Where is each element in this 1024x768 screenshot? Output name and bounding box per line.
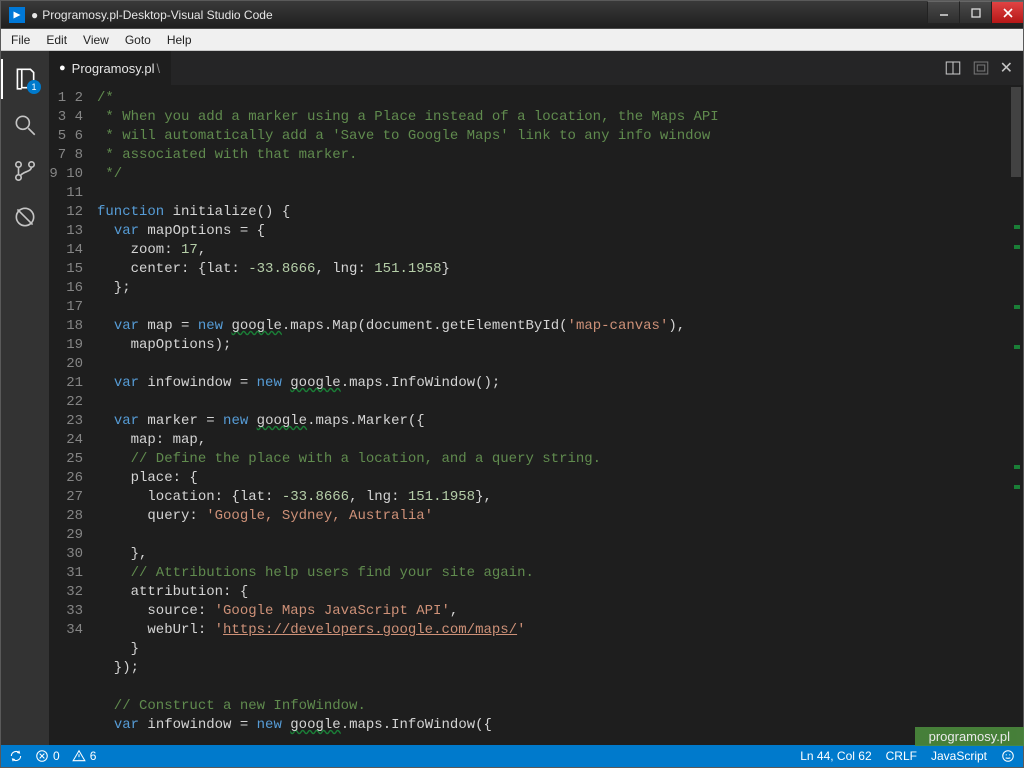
status-ln-col[interactable]: Ln 44, Col 62 bbox=[800, 749, 871, 763]
overview-marker-6 bbox=[1014, 485, 1020, 489]
search-icon bbox=[12, 112, 38, 138]
activity-explorer[interactable]: 1 bbox=[1, 59, 49, 99]
maximize-button[interactable] bbox=[959, 1, 991, 23]
overview-marker-2 bbox=[1014, 245, 1020, 249]
close-editor-icon[interactable]: ✕ bbox=[1000, 58, 1013, 78]
explorer-badge: 1 bbox=[27, 80, 41, 94]
status-feedback[interactable] bbox=[1001, 749, 1015, 763]
activity-debug[interactable] bbox=[1, 197, 49, 237]
bug-icon bbox=[12, 204, 38, 230]
menu-edit[interactable]: Edit bbox=[38, 31, 75, 49]
scroll-thumb[interactable] bbox=[1011, 87, 1021, 177]
menu-bar: File Edit View Goto Help bbox=[1, 29, 1023, 51]
window-controls bbox=[927, 1, 1023, 23]
menu-help[interactable]: Help bbox=[159, 31, 200, 49]
tab-label: Programosy.pl bbox=[72, 61, 155, 76]
overview-marker-4 bbox=[1014, 345, 1020, 349]
tab-programosy[interactable]: ● Programosy.pl \ bbox=[49, 51, 171, 85]
git-branch-icon bbox=[12, 158, 38, 184]
tab-dirty-dot: ● bbox=[59, 62, 66, 74]
warning-icon bbox=[72, 749, 86, 763]
minimize-button[interactable] bbox=[927, 1, 959, 23]
title-bar[interactable]: ● Programosy.pl - Desktop - Visual Studi… bbox=[1, 1, 1023, 29]
line-number-gutter: 1 2 3 4 5 6 7 8 9 10 11 12 13 14 15 16 1… bbox=[49, 85, 89, 745]
code-content[interactable]: /* * When you add a marker using a Place… bbox=[89, 85, 1009, 745]
overview-marker-3 bbox=[1014, 305, 1020, 309]
error-count: 0 bbox=[53, 749, 60, 763]
warning-count: 6 bbox=[90, 749, 97, 763]
status-bar: 0 6 Ln 44, Col 62 CRLF JavaScript bbox=[1, 745, 1023, 767]
app-window: ● Programosy.pl - Desktop - Visual Studi… bbox=[0, 0, 1024, 768]
status-sync[interactable] bbox=[9, 749, 23, 763]
error-icon bbox=[35, 749, 49, 763]
activity-bar: 1 bbox=[1, 51, 49, 745]
menu-view[interactable]: View bbox=[75, 31, 117, 49]
smiley-icon bbox=[1001, 749, 1015, 763]
overview-marker-5 bbox=[1014, 465, 1020, 469]
split-editor-icon[interactable] bbox=[944, 59, 962, 77]
vertical-scrollbar[interactable] bbox=[1009, 85, 1023, 745]
titlebar-tab-name: Programosy.pl bbox=[42, 8, 118, 22]
vscode-app-icon bbox=[9, 7, 25, 23]
sync-icon bbox=[9, 749, 23, 763]
editor-actions: ✕ bbox=[934, 51, 1023, 85]
titlebar-dirty-dot: ● bbox=[31, 8, 38, 22]
status-warnings[interactable]: 6 bbox=[72, 749, 97, 763]
editor-tabs: ● Programosy.pl \ ✕ bbox=[49, 51, 1023, 85]
menu-goto[interactable]: Goto bbox=[117, 31, 159, 49]
titlebar-folder: Desktop bbox=[123, 8, 167, 22]
tab-trail: \ bbox=[157, 61, 161, 76]
watermark-label: programosy.pl bbox=[915, 727, 1024, 746]
status-errors[interactable]: 0 bbox=[35, 749, 60, 763]
editor-group: ● Programosy.pl \ ✕ 1 2 3 4 5 6 7 8 9 10… bbox=[49, 51, 1023, 745]
activity-git[interactable] bbox=[1, 151, 49, 191]
close-button[interactable] bbox=[991, 1, 1023, 23]
workbench-body: 1 ● Programosy.pl \ bbox=[1, 51, 1023, 745]
status-eol[interactable]: CRLF bbox=[886, 749, 917, 763]
activity-search[interactable] bbox=[1, 105, 49, 145]
menu-file[interactable]: File bbox=[3, 31, 38, 49]
more-actions-icon[interactable] bbox=[972, 59, 990, 77]
status-language[interactable]: JavaScript bbox=[931, 749, 987, 763]
titlebar-app: Visual Studio Code bbox=[171, 8, 273, 22]
overview-marker-1 bbox=[1014, 225, 1020, 229]
text-editor[interactable]: 1 2 3 4 5 6 7 8 9 10 11 12 13 14 15 16 1… bbox=[49, 85, 1023, 745]
